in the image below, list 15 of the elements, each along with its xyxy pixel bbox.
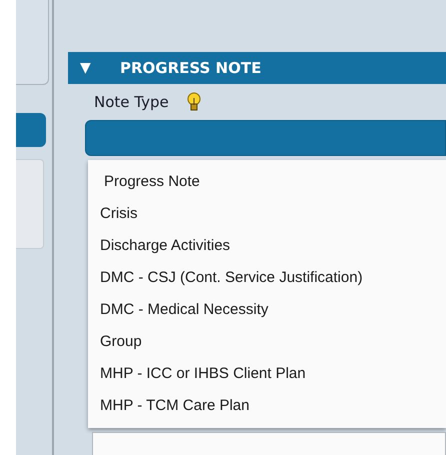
menu-option[interactable]: DMC - CSJ (Cont. Service Justification) (88, 262, 446, 294)
menu-option[interactable]: DMC - Medical Necessity (88, 294, 446, 326)
side-tab[interactable] (16, 113, 46, 147)
menu-option[interactable]: Group (88, 326, 446, 358)
menu-option[interactable]: MHP - ICC or IHBS Client Plan (88, 358, 446, 390)
note-type-dropdown[interactable] (85, 120, 446, 156)
collapse-toggle[interactable]: ▼ (80, 60, 120, 76)
field-label: Note Type (94, 93, 169, 111)
menu-option[interactable]: Progress Note (88, 166, 446, 198)
menu-option[interactable]: MHP - TCM Care Plan (88, 390, 446, 422)
text-area[interactable] (92, 432, 446, 455)
section-title: PROGRESS NOTE (120, 59, 262, 77)
lightbulb-icon (186, 92, 201, 112)
menu-option[interactable]: Crisis (88, 198, 446, 230)
menu-option[interactable]: Discharge Activities (88, 230, 446, 262)
